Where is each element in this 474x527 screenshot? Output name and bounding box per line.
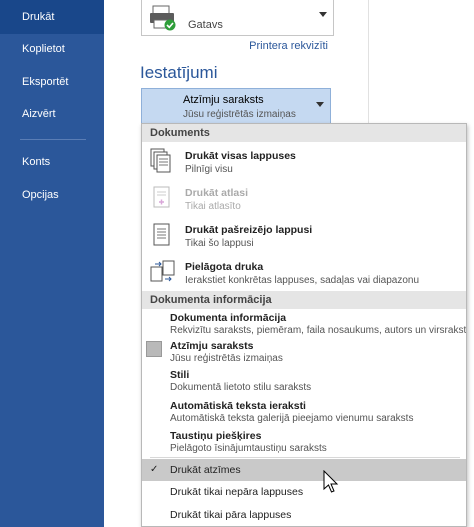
menu-divider: [150, 457, 460, 458]
menu-item-title: Drukāt pašreizējo lappusi: [185, 224, 313, 236]
menu-item-title: Drukāt visas lappuses: [185, 150, 296, 162]
pages-stack-icon: [150, 148, 174, 181]
menu-option-label: Drukāt tikai nepāra lappuses: [170, 486, 304, 498]
menu-option-label: Drukāt tikai pāra lappuses: [170, 509, 292, 521]
menu-item-print-current-page[interactable]: Drukāt pašreizējo lappusi Tikai šo lappu…: [142, 218, 466, 254]
menu-item-key-assignments[interactable]: Taustiņu piešķires Pielāgoto īsinājumtau…: [142, 429, 466, 457]
menu-item-sub: Tikai atlasīto: [185, 201, 241, 212]
menu-option-print-odd-pages[interactable]: Drukāt tikai nepāra lappuses: [142, 481, 466, 503]
menu-item-document-info[interactable]: Dokumenta informācija Rekvizītu saraksts…: [142, 311, 466, 339]
settings-heading: Iestatījumi: [140, 63, 218, 82]
menu-item-styles[interactable]: Stili Dokumentā lietoto stilu saraksts: [142, 368, 466, 396]
nav-item-print[interactable]: Drukāt: [0, 0, 104, 34]
menu-item-autotext[interactable]: Automātiskā teksta ieraksti Automātiskā …: [142, 399, 466, 427]
menu-item-title: Automātiskā teksta ieraksti: [170, 400, 306, 412]
menu-item-sub: Pilnīgi visu: [185, 164, 233, 175]
menu-item-custom-print[interactable]: Pielāgota druka Ierakstiet konkrētas lap…: [142, 255, 466, 291]
print-what-menu: Dokuments Drukāt visas lappuses Pilnīgi …: [141, 123, 467, 527]
menu-item-print-selection[interactable]: Drukāt atlasi Tikai atlasīto: [142, 181, 466, 217]
menu-item-title: Atzīmju saraksts: [170, 340, 254, 352]
menu-item-title: Stili: [170, 369, 190, 381]
menu-option-print-markup[interactable]: ✓ Drukāt atzīmes: [142, 459, 466, 481]
menu-item-sub: Jūsu reģistrētās izmaiņas: [170, 353, 283, 364]
nav-divider: [20, 139, 86, 140]
printer-select[interactable]: Gatavs: [141, 0, 334, 36]
menu-option-label: Drukāt atzīmes: [170, 464, 241, 476]
menu-item-sub: Automātiskā teksta galerijā pieejamo vie…: [170, 413, 414, 424]
custom-pages-icon: [150, 259, 176, 292]
nav-item-export[interactable]: Eksportēt: [0, 75, 104, 89]
nav-item-account[interactable]: Konts: [0, 155, 104, 169]
menu-item-sub: Dokumentā lietoto stilu saraksts: [170, 382, 312, 393]
nav-item-close[interactable]: Aizvērt: [0, 107, 104, 121]
backstage-nav: Drukāt Koplietot Eksportēt Aizvērt Konts…: [0, 0, 104, 527]
check-icon: ✓: [150, 464, 159, 475]
menu-item-title: Pielāgota druka: [185, 261, 264, 273]
nav-item-share[interactable]: Koplietot: [0, 42, 104, 56]
printer-icon: [148, 4, 178, 37]
menu-item-markup-list[interactable]: Atzīmju saraksts Jūsu reģistrētās izmaiņ…: [142, 339, 466, 367]
menu-section-documents: Dokuments: [142, 124, 466, 142]
printer-status: Gatavs: [188, 19, 223, 31]
mouse-cursor-icon: [323, 469, 339, 499]
menu-item-title: Drukāt atlasi: [185, 187, 249, 199]
menu-item-title: Taustiņu piešķires: [170, 430, 262, 442]
selected-marker-icon: [146, 341, 162, 357]
menu-item-sub: Pielāgoto īsinājumtaustiņu saraksts: [170, 443, 327, 454]
menu-item-sub: Ierakstiet konkrētas lappuses, sadaļas v…: [185, 275, 420, 286]
chevron-down-icon: [316, 102, 324, 107]
page-icon: [150, 222, 174, 255]
menu-section-document-info: Dokumenta informācija: [142, 291, 466, 309]
printer-properties-link[interactable]: Printera rekvizīti: [249, 40, 328, 52]
nav-item-options[interactable]: Opcijas: [0, 188, 104, 202]
menu-item-sub: Tikai šo lappusi: [185, 238, 254, 249]
print-what-dropdown[interactable]: Atzīmju saraksts Jūsu reģistrētās izmaiņ…: [141, 88, 331, 124]
page-selection-icon: [150, 185, 174, 218]
menu-item-sub: Rekvizītu saraksts, piemēram, faila nosa…: [170, 325, 467, 336]
menu-item-print-all[interactable]: Drukāt visas lappuses Pilnīgi visu: [142, 144, 466, 180]
menu-item-title: Dokumenta informācija: [170, 312, 287, 324]
dropdown-selected-sub: Jūsu reģistrētās izmaiņas: [183, 109, 296, 120]
chevron-down-icon: [319, 12, 327, 17]
dropdown-selected-title: Atzīmju saraksts: [183, 94, 264, 106]
menu-option-print-even-pages[interactable]: Drukāt tikai pāra lappuses: [142, 504, 466, 526]
